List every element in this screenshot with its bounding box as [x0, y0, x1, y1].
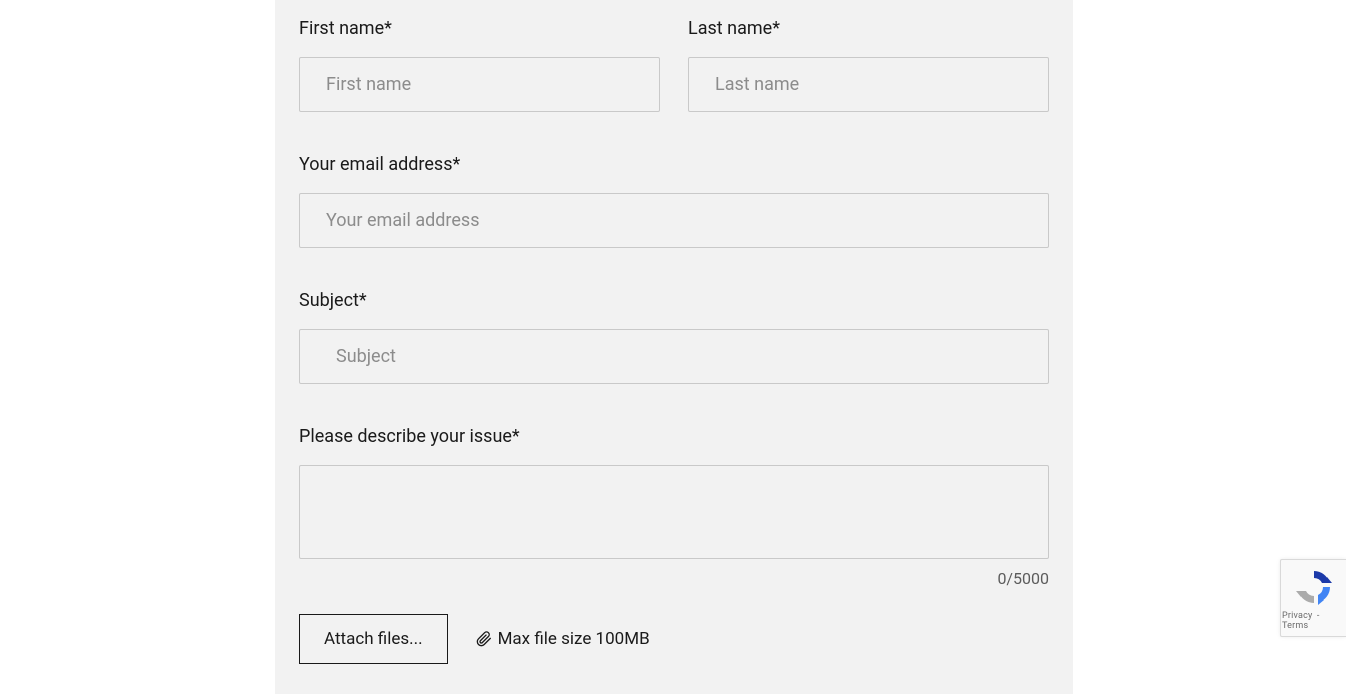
first-name-label: First name* [299, 18, 660, 39]
email-label: Your email address* [299, 154, 1049, 175]
last-name-group: Last name* [688, 0, 1049, 112]
issue-textarea[interactable] [299, 465, 1049, 559]
email-group: Your email address* [299, 112, 1049, 248]
char-counter: 0/5000 [299, 569, 1049, 588]
recaptcha-links: Privacy - Terms [1281, 611, 1346, 631]
recaptcha-icon [1294, 567, 1334, 607]
contact-form: First name* Last name* Your email addres… [275, 0, 1073, 694]
recaptcha-privacy-link[interactable]: Privacy [1282, 611, 1312, 621]
file-size-text: Max file size 100MB [498, 629, 650, 649]
email-input[interactable] [299, 193, 1049, 248]
last-name-label: Last name* [688, 18, 1049, 39]
file-size-hint: Max file size 100MB [476, 629, 650, 649]
attach-files-button[interactable]: Attach files... [299, 614, 448, 664]
first-name-group: First name* [299, 0, 660, 112]
last-name-input[interactable] [688, 57, 1049, 112]
attach-row: Attach files... Max file size 100MB [299, 614, 1049, 664]
paperclip-icon [476, 631, 492, 647]
issue-group: Please describe your issue* 0/5000 [299, 384, 1049, 588]
recaptcha-terms-link[interactable]: Terms [1282, 621, 1308, 631]
recaptcha-badge[interactable]: Privacy - Terms [1280, 559, 1346, 637]
subject-label: Subject* [299, 290, 1049, 311]
subject-group: Subject* [299, 248, 1049, 384]
name-row: First name* Last name* [299, 0, 1049, 112]
issue-label: Please describe your issue* [299, 426, 1049, 447]
subject-input[interactable] [299, 329, 1049, 384]
first-name-input[interactable] [299, 57, 660, 112]
